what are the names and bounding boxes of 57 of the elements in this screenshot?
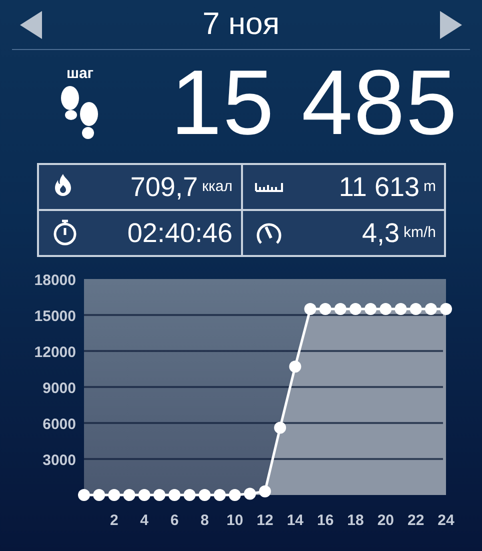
data-point — [198, 489, 211, 501]
x-axis-label: 18 — [347, 512, 364, 529]
data-point — [319, 303, 332, 315]
data-point — [424, 303, 437, 315]
data-point — [380, 303, 392, 315]
x-axis-label: 2 — [110, 512, 118, 529]
x-axis-label: 22 — [408, 512, 424, 529]
unit-label: ккал — [202, 176, 232, 197]
ruler-icon — [254, 182, 282, 192]
data-point — [364, 303, 377, 315]
y-axis-label: 9000 — [42, 380, 76, 397]
data-point — [289, 360, 302, 373]
data-point — [259, 485, 271, 498]
x-axis-label: 4 — [140, 512, 148, 529]
data-point — [244, 488, 256, 500]
data-point — [108, 489, 120, 501]
data-point — [123, 489, 136, 501]
unit-label: m — [424, 176, 436, 197]
stat-value: 709,7 — [130, 170, 198, 204]
next-day-button[interactable] — [440, 10, 462, 38]
x-axis-label: 12 — [256, 512, 274, 529]
stat-value: 02:40:46 — [127, 216, 232, 250]
y-axis-label: 12000 — [34, 344, 76, 361]
data-point — [274, 422, 286, 434]
data-point — [440, 303, 452, 315]
y-axis-label: 6000 — [42, 416, 76, 433]
x-axis-label: 10 — [226, 512, 244, 529]
data-point — [138, 489, 150, 501]
data-point — [153, 489, 166, 501]
y-axis-label: 3000 — [42, 452, 76, 469]
x-axis-label: 20 — [377, 512, 394, 529]
x-axis-label: 6 — [170, 512, 179, 529]
data-point — [93, 489, 106, 501]
data-point — [304, 303, 316, 315]
data-point — [334, 303, 346, 315]
unit-label: km/h — [403, 222, 436, 243]
data-point — [350, 303, 362, 315]
stat-value: 4,3 — [362, 216, 400, 250]
y-axis-label: 18000 — [34, 272, 76, 289]
data-point — [184, 489, 196, 501]
data-point — [214, 489, 226, 501]
footprints-icon — [59, 86, 101, 142]
step-count: 15 485 — [170, 56, 458, 148]
steps-label: шаг — [66, 64, 94, 84]
data-point — [228, 489, 241, 501]
previous-day-button[interactable] — [20, 10, 42, 38]
stat-value: 11 613 — [338, 170, 420, 204]
data-point — [78, 489, 90, 501]
x-axis-label: 14 — [286, 512, 304, 529]
x-axis-label: 8 — [200, 512, 209, 529]
data-point — [394, 303, 407, 315]
x-axis-label: 24 — [438, 512, 454, 529]
x-axis-label: 16 — [317, 512, 334, 529]
date-title: 7 ноя — [202, 5, 280, 44]
data-point — [168, 489, 180, 501]
y-axis-label: 15000 — [34, 308, 76, 325]
data-point — [410, 303, 422, 315]
